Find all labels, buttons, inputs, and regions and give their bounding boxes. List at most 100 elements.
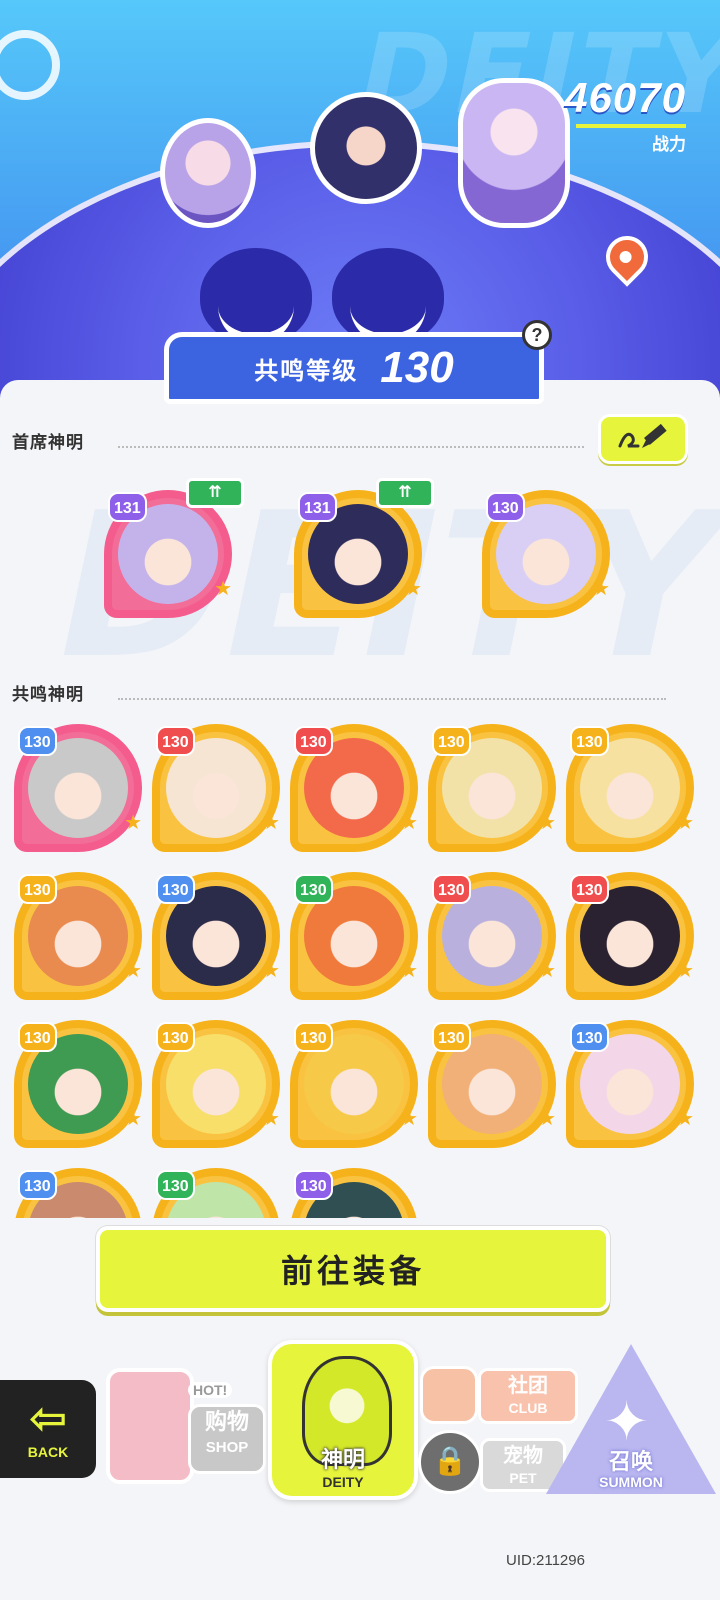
nav-summon[interactable]: ✦ 召唤 SUMMON xyxy=(546,1344,716,1504)
resonance-deity-grid: 130 ★ 130 ★ 130 ★ 130 ★ 130 ★ 130 ★ 130 ★ 130 ★ 130 ★ 130 ★… xyxy=(0,710,720,1218)
star-icon: ★ xyxy=(262,958,280,982)
divider xyxy=(118,446,584,448)
level-badge: 130 xyxy=(18,1022,57,1052)
summon-label-en: SUMMON xyxy=(599,1474,663,1490)
vending-machine-icon xyxy=(106,1368,194,1484)
deity-avatar[interactable]: 131 ★ xyxy=(104,490,232,618)
star-icon: ★ xyxy=(592,576,610,600)
nav-shop[interactable]: HOT! 购物 SHOP xyxy=(100,1360,270,1500)
deity-avatar[interactable]: 130 ★ xyxy=(290,872,418,1000)
deity-avatar[interactable]: 130 ★ xyxy=(14,872,142,1000)
shop-label-cn: 购物 xyxy=(204,1410,249,1435)
back-arrow-icon: ⇦ xyxy=(28,1391,68,1445)
go-equip-button[interactable]: 前往装备 xyxy=(96,1226,610,1312)
star-icon: ★ xyxy=(262,810,280,834)
shop-tag: 购物 SHOP xyxy=(188,1404,266,1474)
level-badge: 130 xyxy=(18,874,57,904)
upgrade-arrow-icon: ⇈ xyxy=(186,478,244,508)
level-badge: 130 xyxy=(18,726,57,756)
nav-deity[interactable]: 神明 DEITY xyxy=(268,1340,418,1500)
star-icon: ★ xyxy=(538,810,556,834)
deity-avatar[interactable]: 130 ★ xyxy=(428,724,556,852)
star-icon: ★ xyxy=(676,1106,694,1130)
level-badge: 130 xyxy=(294,1022,333,1052)
star-icon: ★ xyxy=(400,1106,418,1130)
deity-avatar[interactable]: 130 ★ xyxy=(152,724,280,852)
planet-eye-left xyxy=(200,248,312,344)
star-icon: ★ xyxy=(262,1106,280,1130)
level-badge: 131 xyxy=(298,492,337,522)
star-icon: ★ xyxy=(124,1106,142,1130)
deity-avatar[interactable]: 130 ★ xyxy=(14,1020,142,1148)
deity-label-cn: 神明 xyxy=(320,1448,365,1473)
first-deities-title: 首席神明 xyxy=(12,433,84,453)
level-badge: 130 xyxy=(486,492,525,522)
power-value: 46070 xyxy=(564,74,686,121)
first-deity-figure-1[interactable] xyxy=(160,118,256,228)
star-icon: ★ xyxy=(124,810,142,834)
deity-avatar[interactable]: 130★ xyxy=(566,724,694,852)
first-deity-figure-3[interactable] xyxy=(458,78,570,228)
level-badge: 130 xyxy=(18,1170,57,1200)
deity-avatar[interactable]: 130★ xyxy=(290,1168,418,1218)
star-icon: ★ xyxy=(400,958,418,982)
star-icon: ★ xyxy=(538,1106,556,1130)
lock-icon: 🔒 xyxy=(418,1430,482,1494)
deity-avatar[interactable]: 130 ★ xyxy=(152,872,280,1000)
level-badge: 130 xyxy=(432,726,471,756)
first-deity-figure-2[interactable] xyxy=(310,92,422,204)
level-badge: 130 xyxy=(432,874,471,904)
planet-eye-right xyxy=(332,248,444,344)
deity-avatar[interactable]: 130★ xyxy=(152,1168,280,1218)
club-bag-icon xyxy=(420,1366,478,1424)
deity-avatar[interactable]: 130 ★ xyxy=(482,490,610,618)
help-icon[interactable]: ? xyxy=(522,320,552,350)
deity-avatar[interactable]: 130 ★ xyxy=(428,872,556,1000)
resonance-deities-title: 共鸣神明 xyxy=(12,685,84,705)
deity-avatar[interactable]: 130★ xyxy=(566,872,694,1000)
divider xyxy=(118,698,666,700)
star-icon: ★ xyxy=(404,576,422,600)
deity-avatar[interactable]: 130 ★ xyxy=(290,724,418,852)
upgrade-arrow-icon: ⇈ xyxy=(376,478,434,508)
deity-avatar[interactable]: 130★ xyxy=(14,1168,142,1218)
resonance-level-value: 130 xyxy=(380,343,454,392)
deity-avatar[interactable]: 130 ★ xyxy=(14,724,142,852)
deity-avatar[interactable]: 130 ★ xyxy=(290,1020,418,1148)
deity-avatar[interactable]: 131 ★ xyxy=(294,490,422,618)
summon-label-cn: 召唤 xyxy=(608,1450,653,1475)
level-badge: 130 xyxy=(294,726,333,756)
power-label: 战力 xyxy=(652,135,686,155)
star-icon: ★ xyxy=(124,958,142,982)
level-badge: 130 xyxy=(156,1022,195,1052)
edit-button[interactable] xyxy=(598,414,688,464)
deity-avatar[interactable]: 130 ★ xyxy=(152,1020,280,1148)
back-button[interactable]: ⇦ BACK xyxy=(0,1380,96,1478)
user-id: UID:211296 xyxy=(506,1552,585,1569)
level-badge: 130 xyxy=(294,1170,333,1200)
deity-label-en: DEITY xyxy=(322,1474,364,1490)
level-badge: 130 xyxy=(156,874,195,904)
power-underline xyxy=(576,124,686,128)
level-badge: 130 xyxy=(432,1022,471,1052)
level-badge: 130 xyxy=(156,726,195,756)
bottom-nav: ⇦ BACK HOT! 购物 SHOP 神明 DEITY 社团 CLUB 🔒 宠… xyxy=(0,1330,720,1530)
deity-avatar[interactable]: 130 ★ xyxy=(566,1020,694,1148)
level-badge: 130 xyxy=(570,1022,609,1052)
resonance-level-panel[interactable]: 共鸣等级 130 xyxy=(164,332,544,404)
star-icon: ★ xyxy=(538,958,556,982)
deity-tab-label: 神明 DEITY xyxy=(272,1442,414,1490)
level-badge: 130 xyxy=(156,1170,195,1200)
planet-icon xyxy=(0,30,60,100)
deity-avatar[interactable]: 130 ★ xyxy=(428,1020,556,1148)
hot-badge: HOT! xyxy=(188,1382,233,1398)
star-icon: ★ xyxy=(400,810,418,834)
level-badge: 130 xyxy=(294,874,333,904)
combat-power: 46070 战力 xyxy=(564,74,686,155)
level-badge: 130 xyxy=(570,874,609,904)
hero-banner: DEITY 46070 战力 共鸣等级 130 ? xyxy=(0,0,720,410)
back-label: BACK xyxy=(27,1444,69,1460)
level-badge: 130 xyxy=(570,726,609,756)
level-badge: 131 xyxy=(108,492,147,522)
star-icon: ★ xyxy=(214,576,232,600)
